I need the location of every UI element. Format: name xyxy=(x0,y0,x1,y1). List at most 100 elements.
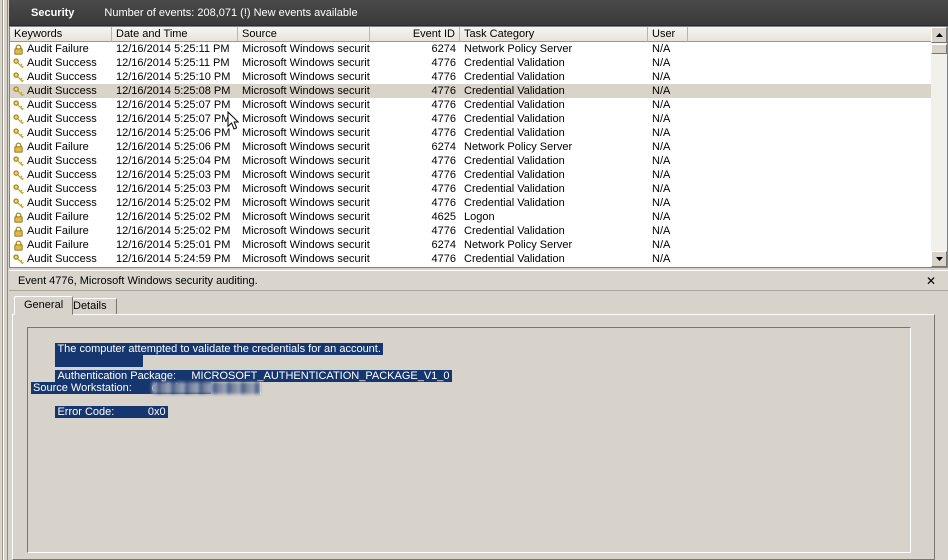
datetime-cell: 12/16/2014 5:25:07 PM xyxy=(116,113,231,125)
audit-failure-lock-icon xyxy=(13,225,24,237)
column-header-date-and-time[interactable]: Date and Time xyxy=(112,27,238,42)
scroll-up-icon xyxy=(935,33,943,37)
user-cell: N/A xyxy=(652,127,671,139)
datetime-cell: 12/16/2014 5:25:11 PM xyxy=(116,43,230,55)
column-header-filler xyxy=(688,27,947,42)
event-description-box[interactable]: The computer attempted to validate the c… xyxy=(27,327,911,553)
task-category-cell: Credential Validation xyxy=(464,127,565,139)
table-row[interactable]: Audit Failure 12/16/2014 5:25:02 PM Micros… xyxy=(10,224,931,238)
keywords-cell: Audit Success xyxy=(10,56,112,70)
source-cell: Microsoft Windows security ... xyxy=(242,141,370,153)
datetime-cell: 12/16/2014 5:25:06 PM xyxy=(116,127,231,139)
keywords-cell: Audit Failure xyxy=(10,140,112,154)
keywords-cell: Audit Failure xyxy=(10,238,112,252)
table-row[interactable]: Audit Success 12/16/2014 5:25:02 PM Micros… xyxy=(10,196,931,210)
audit-failure-lock-icon xyxy=(13,43,24,55)
table-row[interactable]: Audit Failure 12/16/2014 5:25:06 PM Micros… xyxy=(10,140,931,154)
column-header-task-category[interactable]: Task Category xyxy=(460,27,648,42)
keywords-cell: Audit Success xyxy=(10,98,112,112)
event-id-cell: 4776 xyxy=(431,169,456,181)
column-header-event-id[interactable]: Event ID xyxy=(370,27,460,42)
user-cell: N/A xyxy=(652,141,671,153)
keywords-cell: Audit Success xyxy=(10,252,112,266)
keywords-cell: Audit Failure xyxy=(10,210,112,224)
audit-failure-lock-icon xyxy=(13,141,24,153)
table-row[interactable]: Audit Success 12/16/2014 5:25:07 PM Micros… xyxy=(10,112,931,126)
user-cell: N/A xyxy=(652,253,671,265)
keywords-cell: Audit Failure xyxy=(10,42,112,56)
source-cell: Microsoft Windows security ... xyxy=(242,57,370,69)
datetime-cell: 12/16/2014 5:25:10 PM xyxy=(116,71,231,83)
user-cell: N/A xyxy=(652,239,671,251)
table-row[interactable]: Audit Success 12/16/2014 5:25:03 PM Micros… xyxy=(10,168,931,182)
task-category-cell: Credential Validation xyxy=(464,57,565,69)
event-list: Keywords Date and Time Source Event ID T… xyxy=(9,26,948,268)
error-code-line: Error Code: 0x0 xyxy=(55,406,168,418)
scroll-up-button[interactable] xyxy=(931,27,947,43)
event-id-cell: 6274 xyxy=(431,239,456,251)
redacted-value xyxy=(152,382,261,394)
user-cell: N/A xyxy=(652,85,671,97)
tab-general[interactable]: General xyxy=(14,296,74,315)
datetime-cell: 12/16/2014 5:25:07 PM xyxy=(116,99,231,111)
keyword-label: Audit Success xyxy=(27,113,97,125)
source-cell: Microsoft Windows security ... xyxy=(242,197,370,209)
general-tab-page: The computer attempted to validate the c… xyxy=(12,314,935,560)
event-id-cell: 4776 xyxy=(431,99,456,111)
table-row[interactable]: Audit Failure 12/16/2014 5:25:11 PM Micros… xyxy=(10,42,931,56)
table-row[interactable]: Audit Success 12/16/2014 5:24:59 PM Micros… xyxy=(10,252,931,266)
datetime-cell: 12/16/2014 5:25:03 PM xyxy=(116,169,231,181)
table-row[interactable]: Audit Failure 12/16/2014 5:25:02 PM Micros… xyxy=(10,210,931,224)
table-row[interactable]: Audit Success 12/16/2014 5:25:06 PM Micros… xyxy=(10,126,931,140)
column-header-keywords[interactable]: Keywords xyxy=(10,27,112,42)
user-cell: N/A xyxy=(652,197,671,209)
task-category-cell: Credential Validation xyxy=(464,85,565,97)
event-id-cell: 6274 xyxy=(431,43,456,55)
audit-success-key-icon xyxy=(13,113,24,125)
logon-account-line: Logon Account: administrator xyxy=(31,370,212,394)
user-cell: N/A xyxy=(652,43,671,55)
source-cell: Microsoft Windows security ... xyxy=(242,43,370,55)
keyword-label: Audit Failure xyxy=(27,141,89,153)
column-header-user[interactable]: User xyxy=(648,27,688,42)
source-cell: Microsoft Windows security ... xyxy=(242,155,370,167)
source-cell: Microsoft Windows security ... xyxy=(242,225,370,237)
event-rows: Audit Failure 12/16/2014 5:25:11 PM Micros… xyxy=(10,42,931,266)
table-row[interactable]: Audit Success 12/16/2014 5:25:11 PM Micros… xyxy=(10,56,931,70)
task-category-cell: Network Policy Server xyxy=(464,239,573,251)
table-row[interactable]: Audit Success 12/16/2014 5:25:03 PM Micros… xyxy=(10,182,931,196)
keywords-cell: Audit Success xyxy=(10,182,112,196)
source-cell: Microsoft Windows security ... xyxy=(242,71,370,83)
event-id-cell: 4776 xyxy=(431,225,456,237)
event-id-cell: 4776 xyxy=(431,57,456,69)
scroll-down-button[interactable] xyxy=(931,251,947,267)
audit-success-key-icon xyxy=(13,57,24,69)
source-cell: Microsoft Windows security ... xyxy=(242,113,370,125)
column-header-source[interactable]: Source xyxy=(238,27,370,42)
datetime-cell: 12/16/2014 5:25:01 PM xyxy=(116,239,231,251)
datetime-cell: 12/16/2014 5:25:02 PM xyxy=(116,211,231,223)
event-id-cell: 4776 xyxy=(431,127,456,139)
keywords-cell: Audit Success xyxy=(10,196,112,210)
user-cell: N/A xyxy=(652,113,671,125)
table-row[interactable]: Audit Success 12/16/2014 5:25:10 PM Micros… xyxy=(10,70,931,84)
event-id-cell: 4625 xyxy=(431,211,456,223)
table-row[interactable]: Audit Success 12/16/2014 5:25:08 PM Micros… xyxy=(10,84,931,98)
task-category-cell: Network Policy Server xyxy=(464,141,573,153)
vertical-scrollbar[interactable] xyxy=(931,27,947,267)
table-row[interactable]: Audit Success 12/16/2014 5:25:07 PM Micros… xyxy=(10,98,931,112)
table-row[interactable]: Audit Success 12/16/2014 5:25:04 PM Micros… xyxy=(10,154,931,168)
keywords-cell: Audit Success xyxy=(10,168,112,182)
keywords-cell: Audit Success xyxy=(10,84,112,98)
keyword-label: Audit Success xyxy=(27,155,97,167)
source-cell: Microsoft Windows security ... xyxy=(242,239,370,251)
keyword-label: Audit Success xyxy=(27,197,97,209)
datetime-cell: 12/16/2014 5:25:02 PM xyxy=(116,197,231,209)
task-category-cell: Credential Validation xyxy=(464,253,565,265)
scrollbar-thumb[interactable] xyxy=(931,44,947,54)
task-category-cell: Credential Validation xyxy=(464,225,565,237)
close-icon[interactable]: ✕ xyxy=(923,273,939,289)
event-id-cell: 4776 xyxy=(431,85,456,97)
audit-success-key-icon xyxy=(13,253,24,265)
table-row[interactable]: Audit Failure 12/16/2014 5:25:01 PM Micros… xyxy=(10,238,931,252)
